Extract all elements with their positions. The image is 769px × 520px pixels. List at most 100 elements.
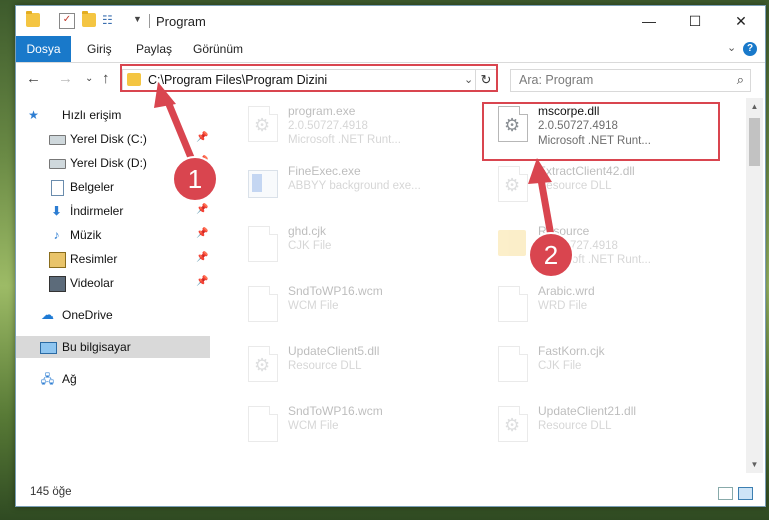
videos-icon <box>49 276 66 292</box>
file-item[interactable]: Arabic.wrd WRD File <box>486 278 726 330</box>
address-dropdown-icon[interactable]: ⌄ <box>464 73 473 86</box>
cloud-icon: ☁ <box>41 307 54 322</box>
navigation-pane: ★ Hızlı erişim Yerel Disk (C:) 📌 Yerel D… <box>16 98 210 473</box>
search-box[interactable]: Ara: Program ⌕ <box>510 69 751 92</box>
scroll-down-icon[interactable]: ▼ <box>746 456 763 473</box>
pin-icon: 📌 <box>196 180 209 191</box>
close-button[interactable]: ✕ <box>718 6 764 36</box>
file-item[interactable]: UpdateClient21.dll Resource DLL <box>486 398 726 450</box>
pin-icon: 📌 <box>196 204 209 215</box>
quick-access-caret-icon[interactable]: ▼ <box>133 14 142 24</box>
folder-icon <box>498 230 526 256</box>
file-item[interactable]: program.exe 2.0.50727.4918 Microsoft .NE… <box>236 98 476 150</box>
sidebar-item-label: Ağ <box>62 372 77 386</box>
sidebar-item-downloads[interactable]: ⬇ İndirmeler 📌 <box>16 200 210 222</box>
tab-view[interactable]: Görünüm <box>193 36 243 62</box>
file-item[interactable]: UpdateClient5.dll Resource DLL <box>236 338 476 390</box>
up-button[interactable]: ↑ <box>102 70 110 87</box>
help-icon[interactable]: ? <box>743 42 757 56</box>
computer-icon <box>40 342 57 354</box>
sidebar-item-disk-c[interactable]: Yerel Disk (C:) 📌 <box>16 128 210 150</box>
scroll-thumb[interactable] <box>749 118 760 166</box>
sidebar-item-onedrive[interactable]: ☁ OneDrive <box>16 304 210 326</box>
refresh-button[interactable]: ↻ <box>475 70 496 91</box>
file-name: Resource <box>538 224 590 238</box>
disk-icon <box>49 135 66 145</box>
document-file-icon <box>248 226 278 262</box>
file-name: Arabic.wrd <box>538 284 595 298</box>
pin-icon: 📌 <box>196 228 209 239</box>
address-bar[interactable]: C:\Program Files\Program Dizini ⌄ ↻ <box>122 69 497 92</box>
window-title: Program <box>156 14 206 29</box>
document-file-icon <box>498 286 528 322</box>
scroll-up-icon[interactable]: ▲ <box>746 98 763 115</box>
properties-check-icon[interactable]: ✓ <box>59 13 75 29</box>
network-icon: 🖧 <box>40 372 55 386</box>
file-name: FineExec.exe <box>288 164 361 178</box>
gear-file-icon <box>248 106 278 142</box>
file-item[interactable]: ghd.cjk CJK File <box>236 218 476 270</box>
sidebar-item-label: Yerel Disk (C:) <box>70 132 147 146</box>
details-view-icon[interactable] <box>718 487 733 500</box>
file-description: WRD File <box>538 300 588 312</box>
file-item[interactable]: ExtractClient42.dll Resource DLL <box>486 158 726 210</box>
music-icon: ♪ <box>53 228 60 242</box>
vertical-scrollbar[interactable]: ▲ ▼ <box>746 98 763 473</box>
pin-icon: 📌 <box>196 252 209 263</box>
sidebar-item-this-pc[interactable]: Bu bilgisayar <box>16 336 210 358</box>
document-file-icon <box>248 286 278 322</box>
gear-file-icon <box>498 166 528 202</box>
file-item[interactable]: SndToWP16.wcm WCM File <box>236 398 476 450</box>
file-version: 2.0.50727.4918 <box>538 120 618 132</box>
new-folder-icon[interactable] <box>82 11 96 27</box>
star-icon: ★ <box>28 108 39 122</box>
documents-icon <box>51 180 64 196</box>
maximize-button[interactable]: ☐ <box>672 6 718 36</box>
sidebar-item-label: Yerel Disk (D:) <box>70 156 147 170</box>
file-description: WCM File <box>288 300 339 312</box>
sidebar-item-music[interactable]: ♪ Müzik 📌 <box>16 224 210 246</box>
sidebar-item-quick-access[interactable]: ★ Hızlı erişim <box>16 104 210 126</box>
minimize-button[interactable]: — <box>626 6 672 36</box>
folder-icon <box>26 11 40 27</box>
sidebar-item-documents[interactable]: Belgeler 📌 <box>16 176 210 198</box>
sidebar-item-network[interactable]: 🖧 Ağ <box>16 368 210 390</box>
application-icon <box>248 170 278 198</box>
file-item[interactable]: FineExec.exe ABBYY background exe... <box>236 158 476 210</box>
sidebar-item-label: Belgeler <box>70 180 115 194</box>
search-icon[interactable]: ⌕ <box>737 72 744 88</box>
sidebar-item-videos[interactable]: Videolar 📌 <box>16 272 210 294</box>
disk-icon <box>49 159 66 169</box>
sidebar-item-label: Bu bilgisayar <box>62 340 131 354</box>
gear-file-icon <box>248 346 278 382</box>
file-description: WCM File <box>288 420 339 432</box>
large-icons-view-icon[interactable] <box>738 487 753 500</box>
sidebar-item-pictures[interactable]: Resimler 📌 <box>16 248 210 270</box>
tab-file[interactable]: Dosya <box>16 36 71 62</box>
ribbon-expand-icon[interactable]: ⌄ <box>727 41 736 54</box>
pin-icon: 📌 <box>196 132 209 143</box>
back-button[interactable]: ← <box>26 70 41 87</box>
file-description: Resource DLL <box>538 180 612 192</box>
forward-button[interactable]: → <box>58 70 73 87</box>
pin-icon: 📌 <box>196 276 209 287</box>
file-item[interactable]: FastKorn.cjk CJK File <box>486 338 726 390</box>
sidebar-item-label: OneDrive <box>62 308 113 322</box>
gear-file-icon <box>498 406 528 442</box>
recent-locations-icon[interactable]: ⌄ <box>85 73 93 84</box>
tab-home[interactable]: Giriş <box>87 36 112 62</box>
folder-item[interactable]: Resource 2.0.50727.4918 Microsoft .NET R… <box>486 218 726 270</box>
file-name: UpdateClient21.dll <box>538 404 637 418</box>
file-description: CJK File <box>288 240 332 252</box>
file-description: Microsoft .NET Runt... <box>538 254 651 266</box>
file-name: UpdateClient5.dll <box>288 344 380 358</box>
view-options-icon[interactable]: ☷ <box>102 13 116 27</box>
sidebar-item-label: Resimler <box>70 252 118 266</box>
file-item[interactable]: SndToWP16.wcm WCM File <box>236 278 476 330</box>
file-name: mscorpe.dll <box>538 104 600 118</box>
address-path[interactable]: C:\Program Files\Program Dizini <box>148 73 327 87</box>
file-item-mscorpe[interactable]: mscorpe.dll 2.0.50727.4918 Microsoft .NE… <box>486 98 726 150</box>
pin-icon: 📌 <box>196 156 209 167</box>
tab-share[interactable]: Paylaş <box>136 36 172 62</box>
sidebar-item-disk-d[interactable]: Yerel Disk (D:) 📌 <box>16 152 210 174</box>
